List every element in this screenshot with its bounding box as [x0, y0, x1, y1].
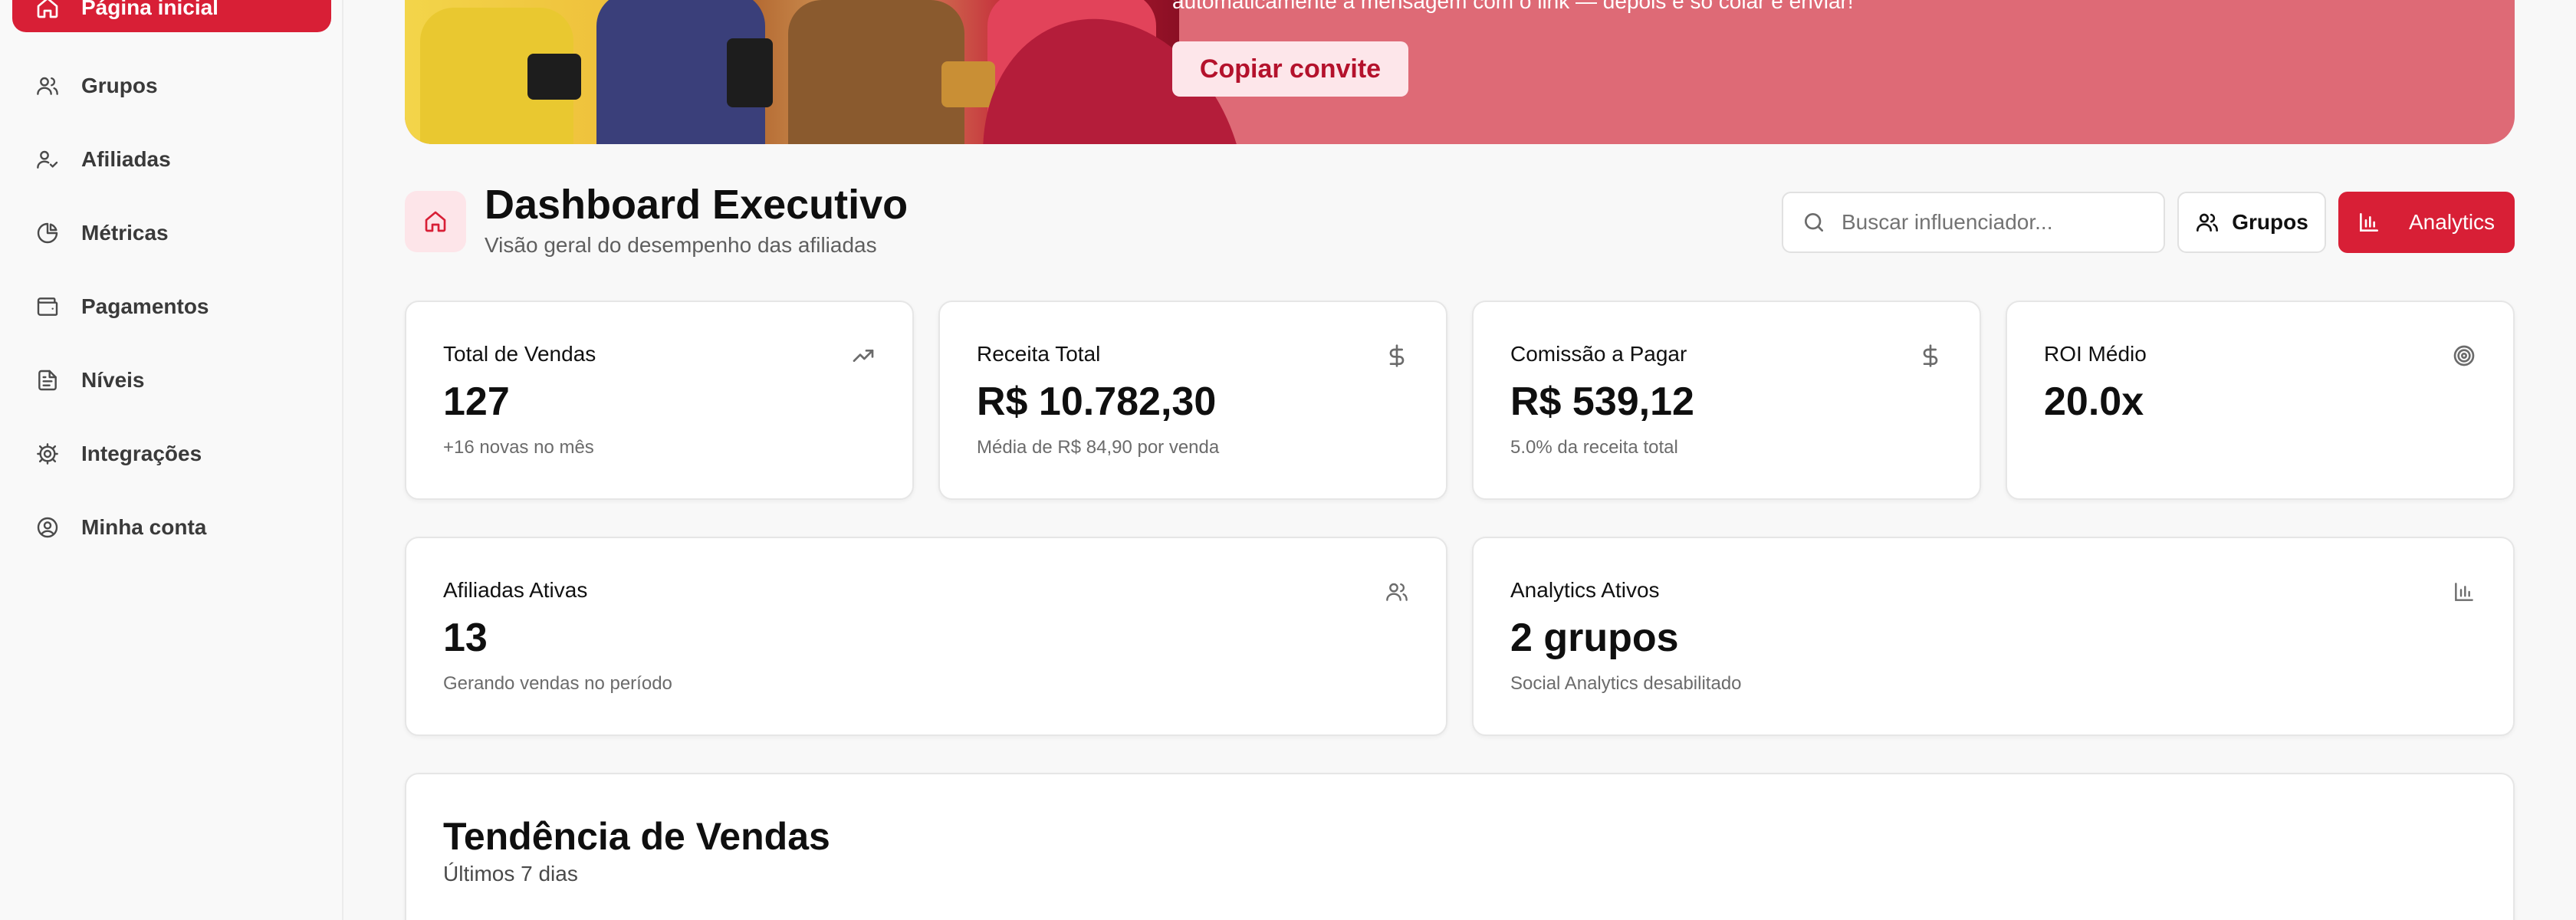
sidebar-item-niveis[interactable]: Níveis — [12, 343, 331, 417]
sidebar-item-label: Pagamentos — [81, 294, 209, 318]
stat-subtext: Social Analytics desabilitado — [1510, 673, 1742, 694]
sidebar-nav: Grupos Afiliadas Métricas Pagamentos Nív… — [12, 49, 331, 564]
stat-label: ROI Médio — [2044, 342, 2147, 366]
stat-subtext: +16 novas no mês — [443, 437, 594, 458]
target-icon — [2452, 343, 2476, 368]
file-text-icon — [35, 368, 60, 393]
sidebar: Página inicial Grupos Afiliadas Métricas — [0, 0, 343, 920]
invite-banner: automaticamente a mensagem com o link — … — [405, 0, 2515, 144]
sidebar-item-label: Níveis — [81, 368, 145, 392]
stat-value: 20.0x — [2044, 380, 2144, 424]
stat-card-roi: ROI Médio 20.0x — [2006, 301, 2515, 500]
users-icon — [35, 74, 60, 98]
stat-value: R$ 539,12 — [1510, 380, 1694, 424]
stat-label: Afiliadas Ativas — [443, 578, 588, 602]
users-icon — [2196, 213, 2219, 232]
search-input[interactable] — [1842, 210, 2148, 235]
grupos-button[interactable]: Grupos — [2177, 192, 2326, 253]
page-title: Dashboard Executivo — [485, 182, 909, 228]
sales-trend-card: Tendência de Vendas Últimos 7 dias — [405, 773, 2515, 920]
stat-subtext: 5.0% da receita total — [1510, 437, 1678, 458]
stat-card-comissao: Comissão a Pagar R$ 539,12 5.0% da recei… — [1472, 301, 1981, 500]
sidebar-item-minha-conta[interactable]: Minha conta — [12, 491, 331, 564]
search-box[interactable] — [1782, 192, 2165, 253]
trending-up-icon — [851, 343, 876, 368]
sidebar-item-label: Página inicial — [81, 0, 219, 19]
stat-label: Total de Vendas — [443, 342, 596, 366]
page-subtitle: Visão geral do desempenho das afiliadas — [485, 233, 877, 257]
stat-card-total-vendas: Total de Vendas 127 +16 novas no mês — [405, 301, 914, 500]
analytics-button-label: Analytics — [2409, 210, 2496, 234]
stat-label: Receita Total — [977, 342, 1101, 366]
stat-label: Comissão a Pagar — [1510, 342, 1687, 366]
stat-value: 13 — [443, 616, 488, 660]
stat-value: R$ 10.782,30 — [977, 380, 1217, 424]
wallet-icon — [35, 294, 60, 319]
stat-value: 127 — [443, 380, 510, 424]
sidebar-item-label: Métricas — [81, 221, 169, 245]
sidebar-item-pagamentos[interactable]: Pagamentos — [12, 270, 331, 343]
bar-chart-icon — [2452, 580, 2476, 604]
sales-trend-title: Tendência de Vendas — [443, 815, 830, 858]
analytics-button[interactable]: Analytics — [2338, 192, 2515, 253]
copy-invite-button[interactable]: Copiar convite — [1172, 41, 1408, 97]
dollar-icon — [1385, 343, 1409, 368]
gear-icon — [35, 442, 60, 466]
sidebar-item-grupos[interactable]: Grupos — [12, 49, 331, 123]
stat-subtext: Gerando vendas no período — [443, 673, 672, 694]
sidebar-item-label: Afiliadas — [81, 147, 171, 171]
sales-trend-subtitle: Últimos 7 dias — [443, 862, 578, 886]
users-icon — [1385, 580, 1409, 604]
home-icon — [35, 0, 60, 20]
sidebar-item-integracoes[interactable]: Integrações — [12, 417, 331, 491]
stat-label: Analytics Ativos — [1510, 578, 1660, 602]
app: Página inicial Grupos Afiliadas Métricas — [0, 0, 2576, 920]
pie-chart-icon — [35, 221, 60, 245]
sidebar-item-metricas[interactable]: Métricas — [12, 196, 331, 270]
search-icon — [1805, 213, 1823, 232]
user-check-icon — [35, 147, 60, 172]
stat-card-analytics-ativos: Analytics Ativos 2 grupos Social Analyti… — [1472, 537, 2515, 736]
sidebar-item-afiliadas[interactable]: Afiliadas — [12, 123, 331, 196]
stat-subtext: Média de R$ 84,90 por venda — [977, 437, 1220, 458]
user-circle-icon — [35, 515, 60, 540]
dollar-icon — [1918, 343, 1943, 368]
grupos-button-label: Grupos — [2232, 210, 2308, 234]
home-icon — [405, 191, 466, 252]
stat-value: 2 grupos — [1510, 616, 1679, 660]
stat-card-afiliadas-ativas: Afiliadas Ativas 13 Gerando vendas no pe… — [405, 537, 1447, 736]
sidebar-item-pagina-inicial[interactable]: Página inicial — [12, 0, 331, 32]
stat-card-receita-total: Receita Total R$ 10.782,30 Média de R$ 8… — [938, 301, 1447, 500]
sidebar-item-label: Minha conta — [81, 515, 207, 539]
sidebar-item-label: Integrações — [81, 442, 202, 465]
sidebar-item-label: Grupos — [81, 74, 158, 97]
banner-text: automaticamente a mensagem com o link — … — [1172, 0, 1854, 13]
bar-chart-icon — [2360, 213, 2378, 232]
